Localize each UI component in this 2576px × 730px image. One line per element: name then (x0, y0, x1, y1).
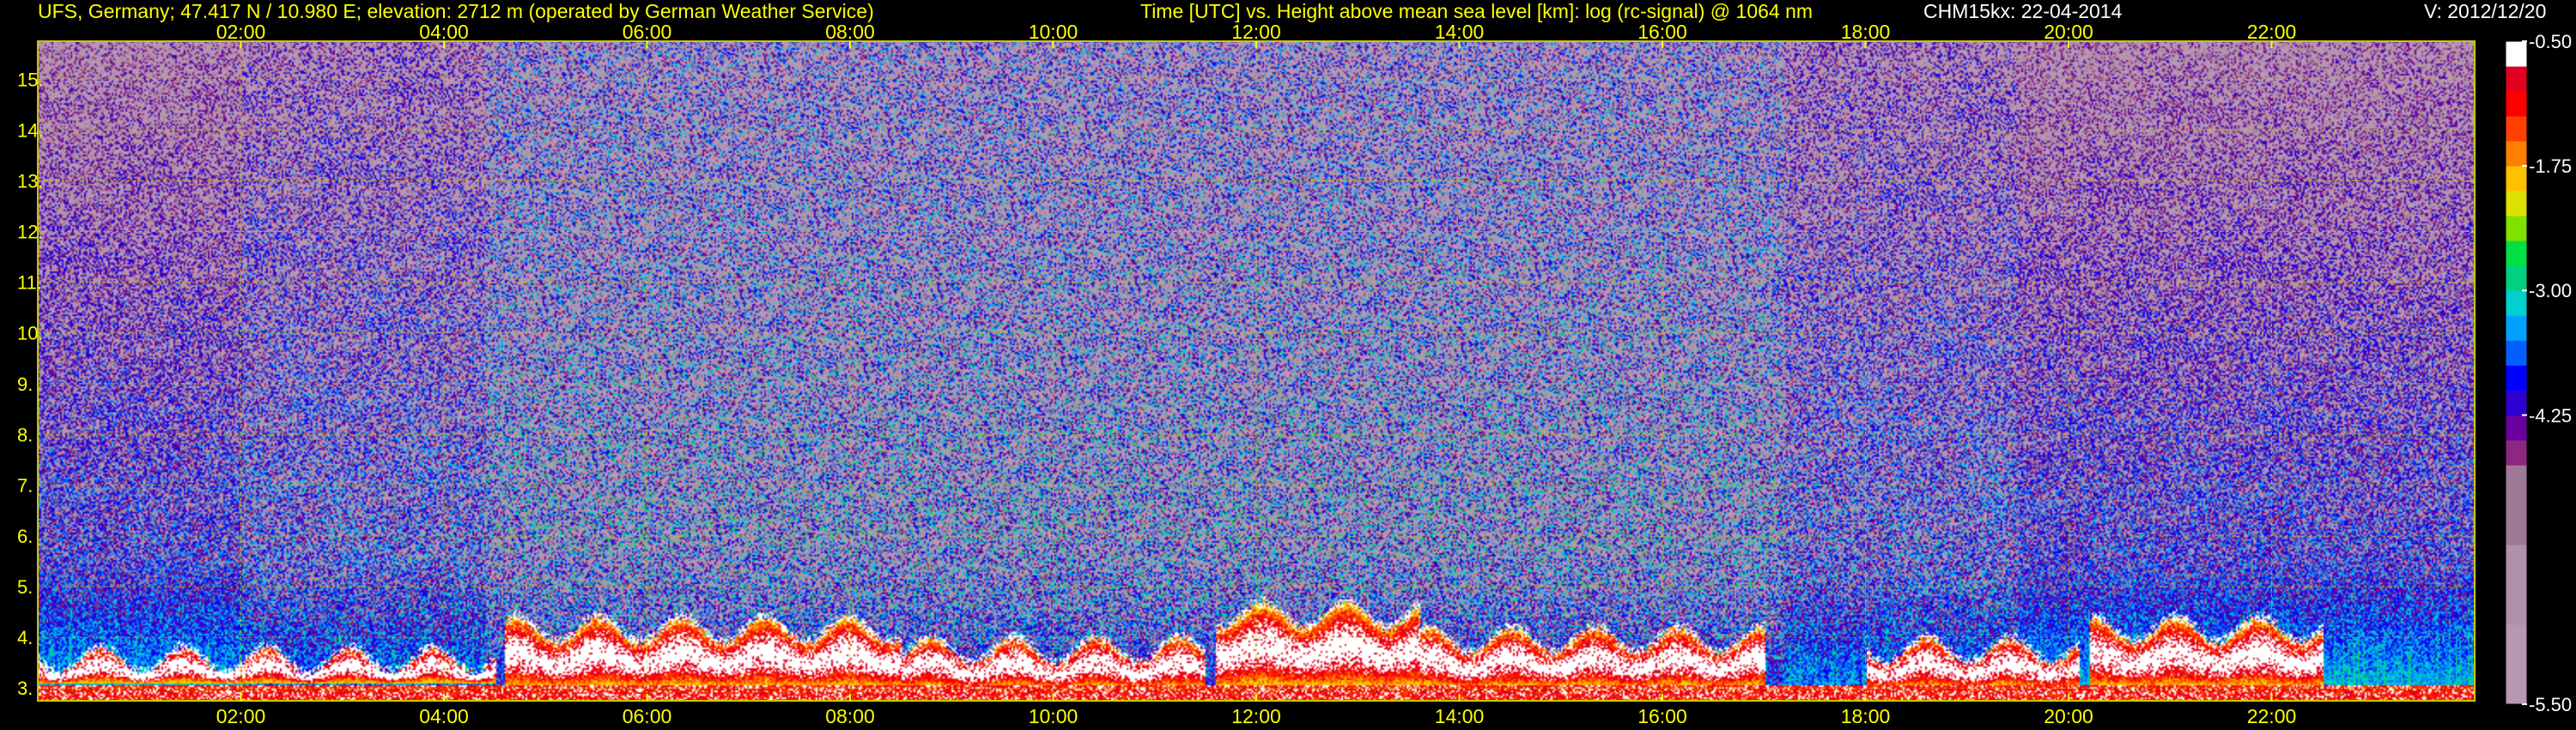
y-tick-label: 3. (17, 678, 33, 699)
colorbar-segment (2506, 66, 2527, 92)
colorbar-tick-label: -0.50 (2529, 31, 2572, 52)
y-tick-label: 5. (17, 576, 33, 598)
x-tick-label-bottom: 06:00 (623, 705, 672, 727)
y-tick-label: 7. (17, 475, 33, 496)
colorbar-segment (2506, 41, 2527, 67)
colorbar-segment (2506, 544, 2527, 625)
x-tick-label-top: 22:00 (2247, 21, 2297, 43)
colorbar-tick-label: -3.00 (2529, 280, 2572, 301)
colorbar-segment (2506, 191, 2527, 216)
x-tick-label-bottom: 18:00 (1841, 705, 1891, 727)
colorbar-segment (2506, 365, 2527, 391)
colorbar-segment (2506, 240, 2527, 266)
colorbar-segment (2506, 465, 2527, 545)
x-tick-label-bottom: 08:00 (825, 705, 875, 727)
x-tick-label-top: 16:00 (1637, 21, 1687, 43)
ceilometer-chart: 02:00 02:00 04:00 04:00 06:00 06:00 08:00 08:00… (17, 21, 2572, 727)
colorbar-segment (2506, 265, 2527, 291)
x-tick-label-bottom: 16:00 (1637, 705, 1687, 727)
x-tick-label-bottom: 12:00 (1231, 705, 1281, 727)
x-tick-label-bottom: 04:00 (419, 705, 469, 727)
y-tick-label: 4. (17, 627, 33, 648)
x-tick-label-top: 12:00 (1231, 21, 1281, 43)
y-tick-label: 11. (17, 272, 42, 294)
y-tick-label: 14. (17, 119, 44, 141)
colorbar-segment (2506, 91, 2527, 117)
colorbar-segment (2506, 440, 2527, 465)
colorbar-segment (2506, 315, 2527, 341)
x-tick-label-top: 08:00 (825, 21, 875, 43)
x-tick-label-bottom: 14:00 (1435, 705, 1485, 727)
x-tick-label-top: 06:00 (623, 21, 672, 43)
y-tick-label: 13. (17, 170, 44, 192)
y-tick-label: 6. (17, 526, 33, 547)
colorbar-tick-label: -1.75 (2529, 155, 2572, 177)
colorbar-segment (2506, 216, 2527, 241)
x-tick-label-top: 04:00 (419, 21, 469, 43)
y-tick-label: 10. (17, 323, 44, 344)
x-tick-label-bottom: 02:00 (216, 705, 266, 727)
x-tick-label-top: 02:00 (216, 21, 266, 43)
y-tick-label: 8. (17, 424, 33, 446)
x-tick-label-bottom: 10:00 (1029, 705, 1078, 727)
colorbar-segment (2506, 166, 2527, 192)
y-tick-label: 12. (17, 222, 44, 243)
x-tick-label-top: 10:00 (1029, 21, 1078, 43)
colorbar-tick-label: -4.25 (2529, 405, 2572, 426)
x-tick-label-bottom: 20:00 (2044, 705, 2093, 727)
y-tick-label: 15. (17, 69, 44, 90)
colorbar-segment (2506, 290, 2527, 316)
colorbar-segment (2506, 116, 2527, 142)
colorbar-segment (2506, 624, 2527, 705)
colorbar-segment (2506, 390, 2527, 416)
y-tick-label: 9. (17, 374, 33, 395)
colorbar-segment (2506, 340, 2527, 366)
colorbar-segment (2506, 141, 2527, 167)
x-tick-label-top: 18:00 (1841, 21, 1891, 43)
colorbar-segment (2506, 415, 2527, 441)
x-tick-label-top: 14:00 (1435, 21, 1485, 43)
colorbar-tick-label: -5.50 (2529, 694, 2572, 715)
x-tick-label-top: 20:00 (2044, 21, 2093, 43)
x-tick-label-bottom: 22:00 (2247, 705, 2297, 727)
